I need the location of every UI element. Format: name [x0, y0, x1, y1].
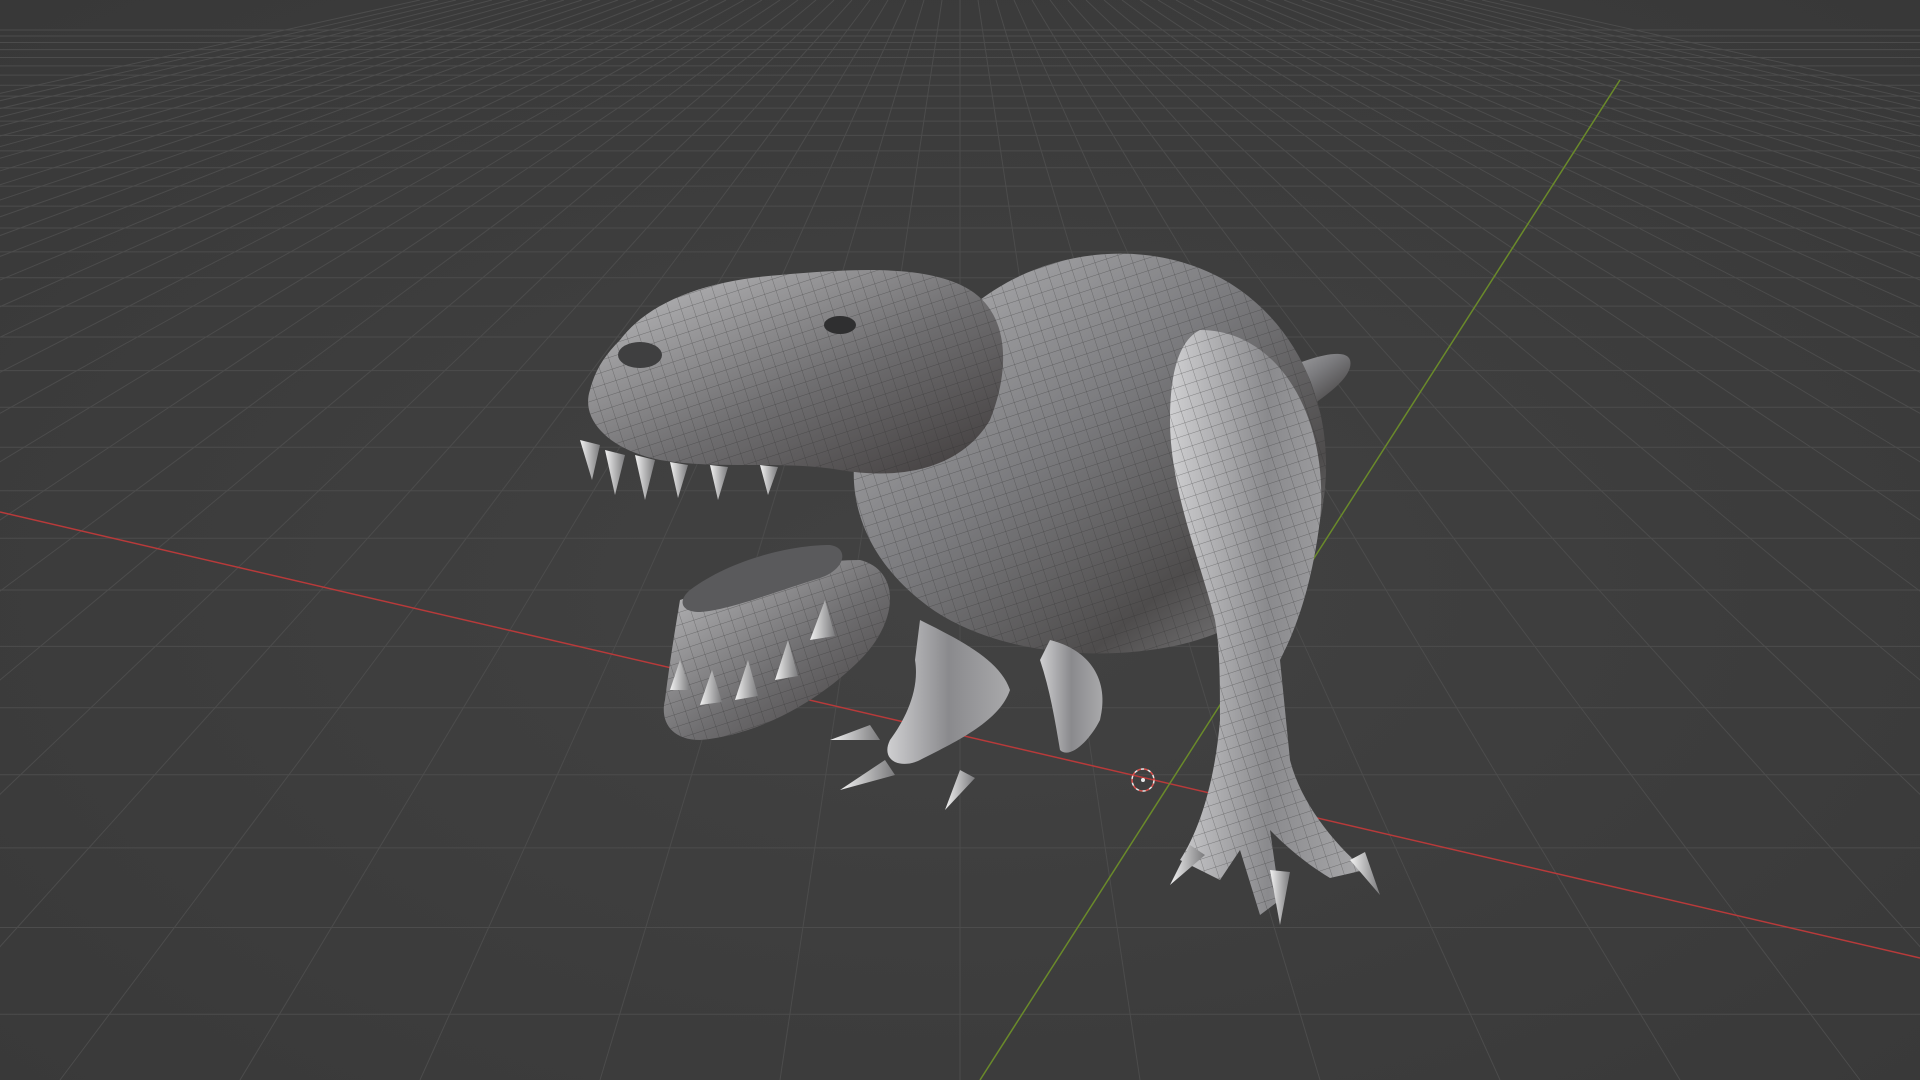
trex-nostril [618, 342, 662, 368]
viewport-canvas[interactable] [0, 0, 1920, 1080]
trex-eye [824, 316, 856, 334]
3d-viewport[interactable] [0, 0, 1920, 1080]
